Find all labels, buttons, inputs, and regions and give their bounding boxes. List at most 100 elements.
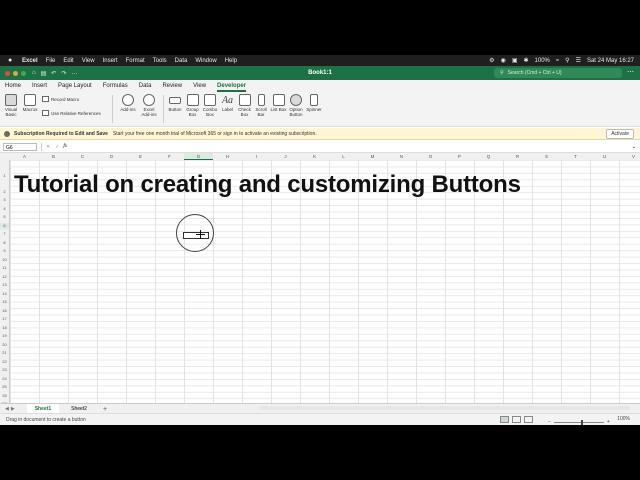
apple-icon[interactable]: ● — [8, 57, 16, 64]
combo-box-control[interactable]: Combo Box — [201, 94, 219, 117]
menu-help[interactable]: Help — [225, 58, 237, 64]
menu-tools[interactable]: Tools — [153, 58, 167, 64]
column-header-m[interactable]: M — [358, 153, 387, 160]
tab-review[interactable]: Review — [162, 80, 182, 92]
normal-view-icon[interactable] — [500, 416, 509, 423]
column-header-f[interactable]: F — [155, 153, 184, 160]
row-header-2[interactable]: 2 — [0, 189, 9, 195]
tab-page-layout[interactable]: Page Layout — [58, 80, 92, 92]
column-header-j[interactable]: J — [271, 153, 300, 160]
row-header-7[interactable]: 7 — [0, 231, 9, 237]
zoom-slider[interactable]: − + — [548, 419, 610, 425]
list-box-control[interactable]: List Box — [270, 94, 287, 112]
row-header-19[interactable]: 19 — [0, 333, 9, 339]
row-header-24[interactable]: 24 — [0, 376, 9, 382]
page-break-view-icon[interactable] — [524, 416, 533, 423]
menu-app-name[interactable]: Excel — [22, 58, 38, 64]
row-header-22[interactable]: 22 — [0, 359, 9, 365]
scroll-bar-control[interactable]: Scroll Bar — [253, 94, 269, 117]
chevron-down-icon[interactable]: ⌄ — [632, 144, 636, 150]
row-header-14[interactable]: 14 — [0, 291, 9, 297]
row-header-20[interactable]: 20 — [0, 342, 9, 348]
row-header-5[interactable]: 5 — [0, 214, 9, 220]
tab-insert[interactable]: Insert — [32, 80, 47, 92]
zoom-in-icon[interactable]: + — [607, 419, 610, 425]
wifi-icon[interactable]: ≈ — [556, 58, 559, 64]
overflow-menu-icon[interactable]: ⋯ — [627, 68, 634, 76]
close-window-icon[interactable] — [5, 70, 10, 76]
redo-icon[interactable]: ↷ — [61, 70, 66, 77]
cancel-icon[interactable]: ✕ — [46, 144, 50, 150]
zoom-knob[interactable] — [580, 419, 583, 425]
column-header-h[interactable]: H — [213, 153, 242, 160]
horizontal-scrollbar[interactable] — [260, 406, 630, 410]
row-header-11[interactable]: 11 — [0, 265, 9, 271]
row-header-4[interactable]: 4 — [0, 206, 9, 212]
row-header-1[interactable]: 1 — [0, 173, 9, 179]
row-header-8[interactable]: 8 — [0, 240, 9, 246]
row-header-6[interactable]: 6 — [0, 222, 9, 229]
form-control-button[interactable]: Button — [166, 94, 184, 112]
menu-format[interactable]: Format — [126, 58, 145, 64]
column-header-r[interactable]: R — [503, 153, 532, 160]
tab-developer[interactable]: Developer — [217, 80, 247, 92]
excel-add-ins-button[interactable]: Excel Add-ins — [139, 94, 159, 117]
column-header-q[interactable]: Q — [474, 153, 503, 160]
row-header-23[interactable]: 23 — [0, 367, 9, 373]
more-icon[interactable]: … — [71, 70, 77, 76]
menu-window[interactable]: Window — [195, 58, 216, 64]
record-macro-button[interactable]: Record Macro — [42, 96, 79, 102]
column-header-p[interactable]: P — [445, 153, 474, 160]
column-header-a[interactable]: A — [10, 153, 39, 160]
row-header-17[interactable]: 17 — [0, 316, 9, 322]
menu-view[interactable]: View — [82, 58, 95, 64]
visual-basic-button[interactable]: Visual Basic — [3, 94, 19, 117]
zoom-window-icon[interactable] — [21, 70, 26, 76]
name-box[interactable]: G6 — [3, 142, 37, 151]
tab-view[interactable]: View — [193, 80, 206, 92]
check-box-control[interactable]: Check Box — [236, 94, 253, 117]
column-header-t[interactable]: T — [561, 153, 590, 160]
save-icon[interactable]: ▤ — [41, 70, 47, 77]
undo-icon[interactable]: ↶ — [51, 70, 56, 77]
column-header-d[interactable]: D — [97, 153, 126, 160]
column-header-o[interactable]: O — [416, 153, 445, 160]
row-header-9[interactable]: 9 — [0, 248, 9, 254]
confirm-icon[interactable]: ✓ — [55, 144, 59, 150]
menu-file[interactable]: File — [46, 58, 56, 64]
spinner-control[interactable]: Spinner — [305, 94, 323, 112]
sheet-nav-arrows-icon[interactable]: ◀▶ — [5, 406, 17, 412]
label-control[interactable]: Aa Label — [219, 94, 236, 112]
row-header-18[interactable]: 18 — [0, 325, 9, 331]
bluetooth-icon[interactable]: ✱ — [523, 57, 528, 64]
column-header-g[interactable]: G — [184, 153, 213, 160]
activate-button[interactable]: Activate — [606, 129, 634, 139]
tab-data[interactable]: Data — [139, 80, 152, 92]
menu-insert[interactable]: Insert — [103, 58, 118, 64]
tab-formulas[interactable]: Formulas — [103, 80, 128, 92]
column-header-u[interactable]: U — [590, 153, 619, 160]
menu-data[interactable]: Data — [175, 58, 188, 64]
row-header-13[interactable]: 13 — [0, 282, 9, 288]
gear-icon[interactable]: ⚙ — [489, 57, 494, 64]
column-header-e[interactable]: E — [126, 153, 155, 160]
row-header-3[interactable]: 3 — [0, 197, 9, 203]
home-icon[interactable]: ⌂ — [32, 70, 36, 76]
row-header-15[interactable]: 15 — [0, 299, 9, 305]
row-header-26[interactable]: 26 — [0, 393, 9, 399]
add-ins-button[interactable]: Add-ins — [117, 94, 139, 112]
minimize-window-icon[interactable] — [13, 70, 18, 76]
row-header-21[interactable]: 21 — [0, 350, 9, 356]
page-layout-view-icon[interactable] — [512, 416, 521, 423]
column-header-s[interactable]: S — [532, 153, 561, 160]
search-box[interactable]: ⚲ Search (Cmd + Ctrl + U) — [494, 68, 622, 78]
tab-home[interactable]: Home — [5, 80, 21, 92]
vi-icon[interactable]: ▣ — [512, 57, 518, 64]
column-header-i[interactable]: I — [242, 153, 271, 160]
fx-icon[interactable]: fx — [63, 144, 67, 149]
column-header-v[interactable]: V — [619, 153, 640, 160]
group-box-control[interactable]: Group Box — [184, 94, 201, 117]
macros-button[interactable]: Macros — [21, 94, 39, 112]
record-icon[interactable]: ◉ — [501, 57, 506, 64]
column-header-b[interactable]: B — [39, 153, 68, 160]
